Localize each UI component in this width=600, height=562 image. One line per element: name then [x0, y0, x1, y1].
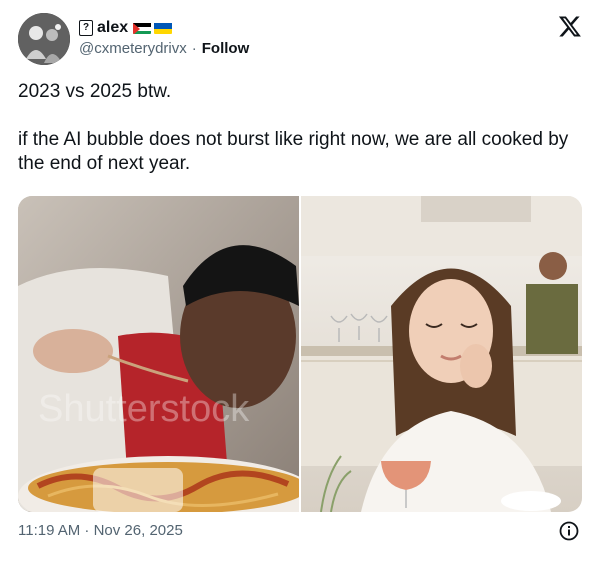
- x-logo-icon[interactable]: [558, 14, 582, 38]
- tweet-timestamp[interactable]: 11:19 AM · Nov 26, 2025: [18, 522, 183, 539]
- info-icon[interactable]: [559, 521, 579, 541]
- missing-glyph-icon: ?: [79, 20, 93, 36]
- watermark-text: Shutterstock: [38, 388, 250, 430]
- tweet-line-2: if the AI bubble does not burst like rig…: [18, 129, 569, 174]
- ukraine-flag-icon: [154, 22, 173, 34]
- follow-button[interactable]: Follow: [202, 40, 250, 57]
- avatar[interactable]: [18, 13, 70, 65]
- tweet-line-1: 2023 vs 2025 btw.: [18, 81, 172, 102]
- tweet-media[interactable]: Shutterstock: [18, 196, 582, 512]
- handle-row: @cxmeterydrivx · Follow: [79, 40, 249, 57]
- palestine-flag-icon: [133, 22, 152, 34]
- tweet-card: ? alex @cxmeterydrivx · Follow 2023 vs 2…: [0, 0, 600, 562]
- author-handle[interactable]: @cxmeterydrivx: [79, 40, 187, 57]
- display-name[interactable]: alex: [97, 19, 128, 37]
- separator-dot: ·: [191, 40, 197, 57]
- woman-at-restaurant-photo[interactable]: [301, 196, 582, 512]
- man-eating-spaghetti-photo[interactable]: Shutterstock: [18, 196, 299, 512]
- tweet-text: 2023 vs 2025 btw. if the AI bubble does …: [18, 80, 578, 176]
- avatar-photo-icon: [18, 13, 70, 65]
- author-name-row[interactable]: ? alex: [79, 17, 173, 39]
